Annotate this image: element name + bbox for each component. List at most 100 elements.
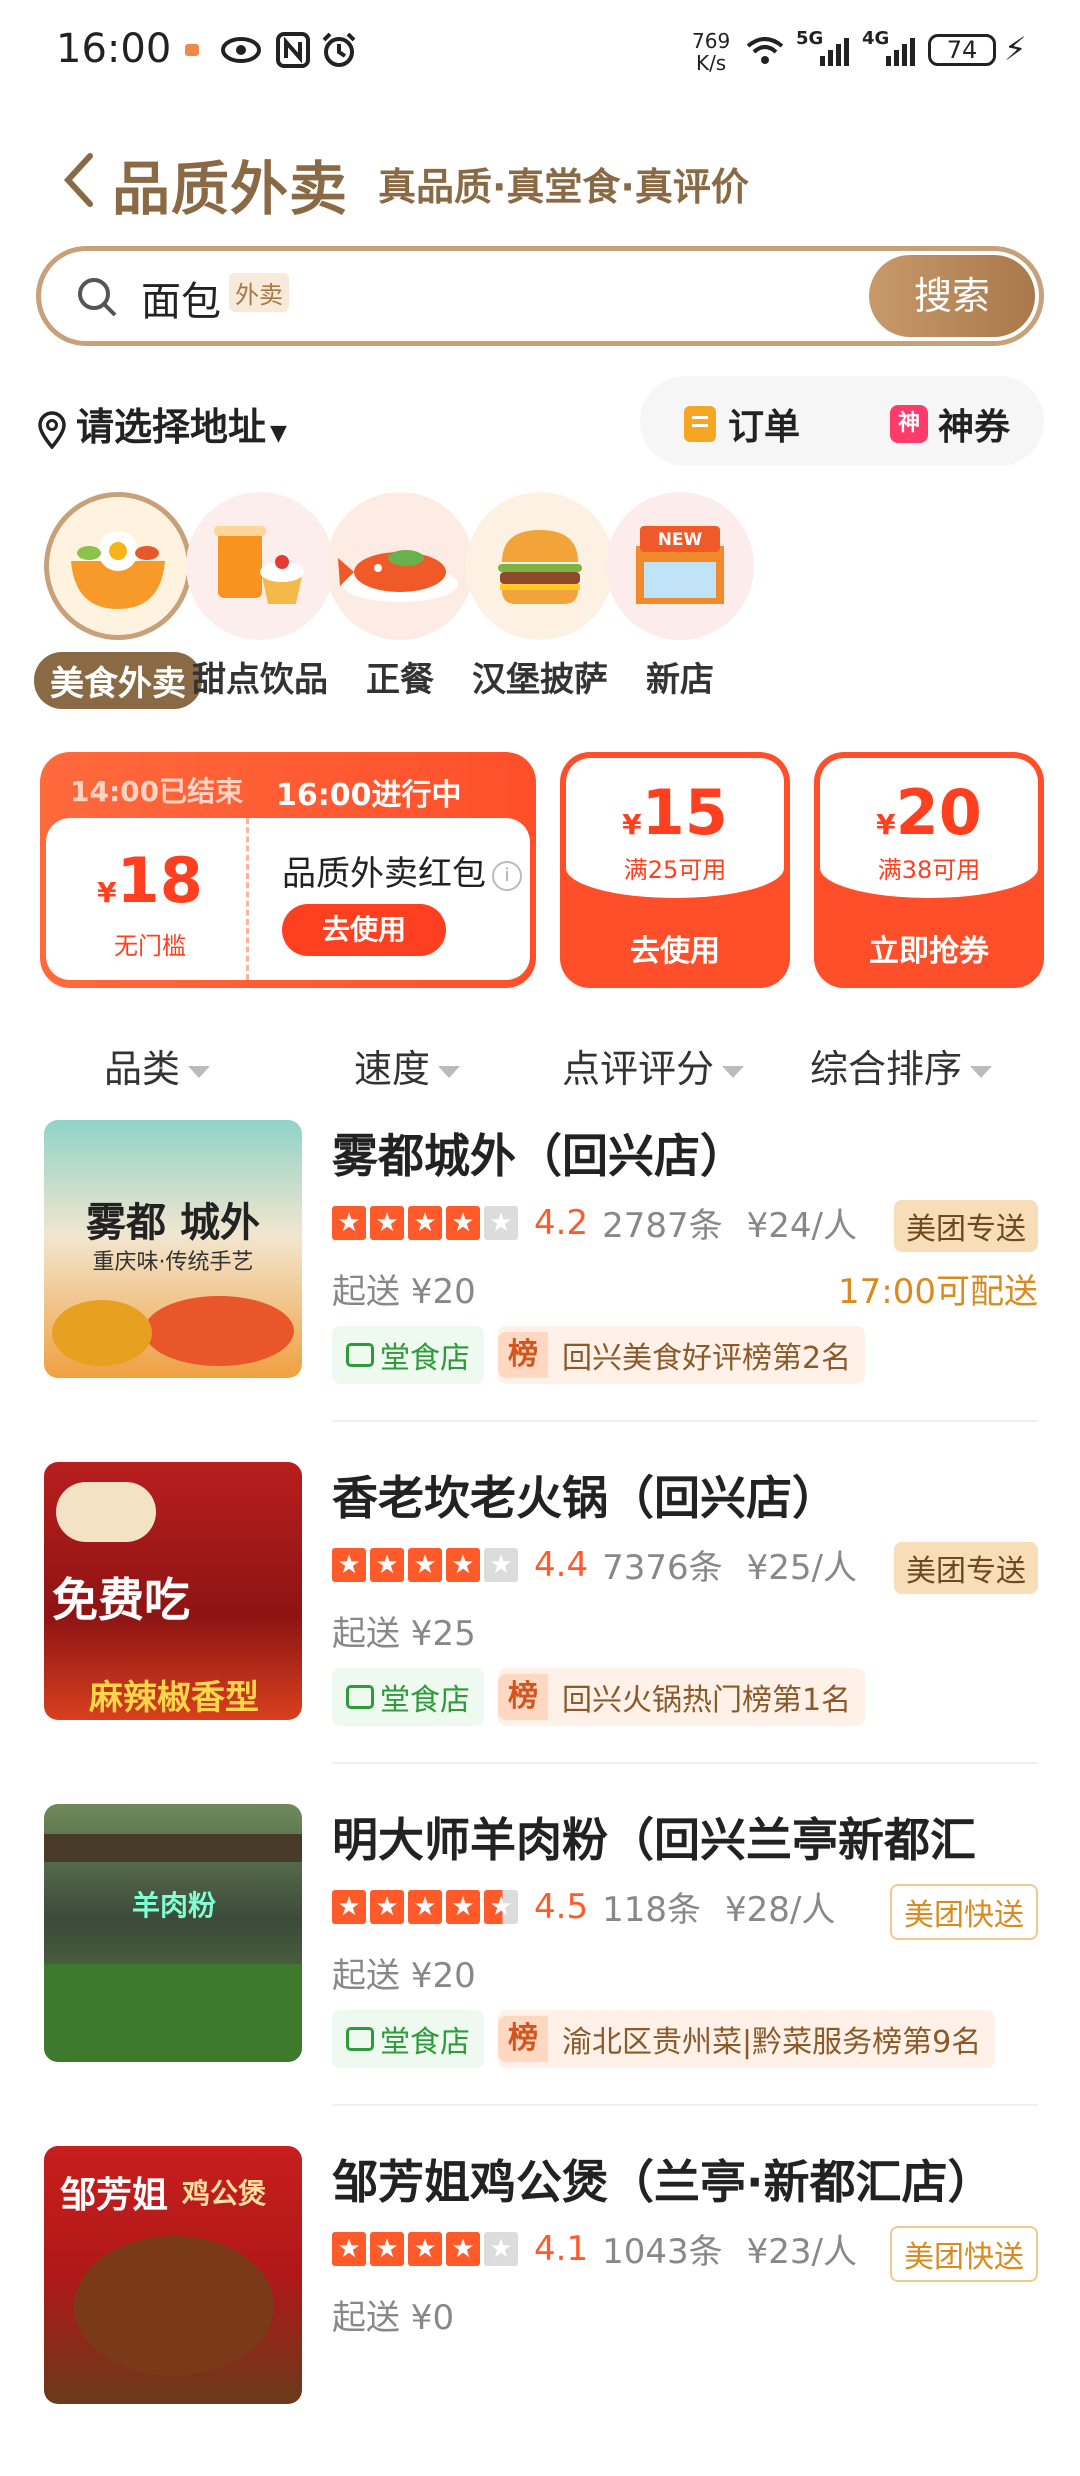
star-icon: ★ [408,1889,442,1924]
back-arrow-icon[interactable] [58,150,98,210]
star-icon: ★ [446,1547,480,1582]
delivery-eta: 17:00可配送 [838,1272,1038,1312]
star-rating: ★ ★ ★ ★ ★ [332,1889,522,1924]
coupon-top: ¥20 满38可用 [820,758,1038,898]
list-item[interactable]: 邹芳姐 鸡公煲 邹芳姐鸡公煲（兰亭·新都汇店） ★ ★ ★ ★ ★ 4.1 1043条 … [0,2146,1080,2476]
orders-button[interactable]: 订单 [684,398,800,450]
shop-thumbnail: 雾都 城外 重庆味·传统手艺 [44,1120,302,1378]
shop-tags: 堂食店 榜回兴火锅热门榜第1名 [332,1668,866,1726]
rank-badge-icon: 榜 [498,2016,548,2062]
coupon-condition: 满25可用 [623,856,727,884]
search-input[interactable]: 面包 [141,269,221,327]
nfc-icon [276,32,310,68]
delivery-badge: 美团快送 [890,1884,1038,1940]
new-store-icon: NEW [606,492,754,640]
delivery-badge: 美团专送 [894,1200,1038,1252]
star-icon: ★ [446,1205,480,1240]
store-icon [346,1343,374,1367]
shop-tags: 堂食店 榜回兴美食好评榜第2名 [332,1326,866,1384]
list-item[interactable]: 免费吃 麻辣椒香型 香老坎老火锅（回兴店） ★ ★ ★ ★ ★ 4.4 7376条 ¥2… [0,1462,1080,1792]
location-pin-icon [38,410,66,449]
dropdown-triangle-icon [188,1065,211,1078]
search-bar[interactable]: 面包 外卖 搜索 [36,246,1044,346]
page-title: 品质外卖 [112,155,349,223]
rank-tag[interactable]: 榜回兴美食好评榜第2名 [498,1326,866,1384]
star-icon: ★ [484,1547,518,1582]
grab-coupon-button[interactable]: 立即抢券 [814,926,1044,970]
session-ongoing-label: 16:00进行中 [276,778,462,813]
category-label: 新店 [646,660,714,700]
use-coupon-button[interactable]: 去使用 [282,904,446,956]
filter-sort[interactable]: 综合排序 [810,1038,993,1093]
star-icon: ★ [408,1547,442,1582]
star-rating: ★ ★ ★ ★ ★ [332,2231,522,2266]
coupon-amount: ¥15 [622,776,728,849]
filter-rating[interactable]: 点评评分 [562,1038,745,1093]
shop-thumbnail: 邹芳姐 鸡公煲 [44,2146,302,2404]
list-item[interactable]: 羊肉粉 明大师羊肉粉（回兴兰亭新都汇 ★ ★ ★ ★ ★ 4.5 118条 ¥28/人 … [0,1804,1080,2134]
review-count: 2787条 [602,1206,723,1246]
session-ended-label: 14:00已结束 [70,775,244,808]
rank-tag[interactable]: 榜回兴火锅热门榜第1名 [498,1668,866,1726]
network-speed: 769 K/s [692,29,731,75]
coupon-badge-icon: 神 [890,405,928,443]
review-count: 7376条 [602,1548,723,1588]
dine-in-tag: 堂食店 [332,2010,484,2068]
use-coupon-button[interactable]: 去使用 [560,926,790,970]
star-icon: ★ [484,1889,518,1924]
shop-tags: 堂食店 榜渝北区贵州菜|黔菜服务榜第9名 [332,2010,996,2068]
address-selector[interactable]: 请选择地址 ▼ [36,396,287,451]
page-header: 品质外卖 真品质·真堂食·真评价 [0,130,1080,230]
coupon-divider [246,818,249,980]
search-button[interactable]: 搜索 [869,255,1035,337]
star-icon: ★ [446,2231,480,2266]
coupon-condition: 无门槛 [114,932,186,960]
coupon-card[interactable]: ¥20 满38可用 立即抢券 [814,752,1044,988]
rating-score: 4.5 [534,1886,589,1927]
star-icon: ★ [332,1889,366,1924]
min-order: 起送 ¥25 [332,1614,476,1654]
delivery-badge: 美团快送 [890,2226,1038,2282]
info-icon[interactable]: i [492,860,522,891]
star-rating: ★ ★ ★ ★ ★ [332,1205,522,1240]
category-new-stores[interactable]: NEW 新店 [590,492,770,701]
price-per-person: ¥23/人 [746,2232,857,2272]
min-order: 起送 ¥20 [332,1272,476,1312]
star-icon: ★ [370,1205,404,1240]
notification-dot-icon [185,44,199,56]
star-icon: ★ [484,2231,518,2266]
rating-score: 4.1 [534,2228,589,2269]
rank-badge-icon: 榜 [498,1674,548,1720]
star-icon: ★ [332,1205,366,1240]
shop-name: 香老坎老火锅（回兴店） [332,1471,838,1525]
shop-rating: ★ ★ ★ ★ ★ 4.2 2787条 ¥24/人 [332,1198,857,1247]
divider [332,1762,1038,1764]
star-icon: ★ [370,1889,404,1924]
coupons-button[interactable]: 神神券 [890,398,1010,450]
caret-down-icon: ▼ [270,421,287,446]
rank-tag[interactable]: 榜渝北区贵州菜|黔菜服务榜第9名 [498,2010,996,2068]
filter-bar: 品类 速度 点评评分 综合排序 [0,1028,1080,1098]
filter-category[interactable]: 品类 [104,1038,211,1093]
rank-badge-icon: 榜 [498,1332,548,1378]
star-rating: ★ ★ ★ ★ ★ [332,1547,522,1582]
store-icon [346,2027,374,2051]
shortcut-pill: 订单 神神券 [640,376,1044,466]
signal-icon [886,38,915,66]
quality-red-packet-coupon: 14:00已结束 16:00进行中 ¥18 无门槛 品质外卖红包 i 去使用 [40,752,536,988]
search-icon [78,278,117,317]
signal-icon [820,38,849,66]
price-per-person: ¥24/人 [746,1206,857,1246]
alarm-icon [322,32,356,67]
order-list-icon [684,406,716,442]
list-item[interactable]: 雾都 城外 重庆味·传统手艺 雾都城外（回兴店） ★ ★ ★ ★ ★ 4.2 2787条… [0,1120,1080,1450]
price-per-person: ¥25/人 [746,1548,857,1588]
coupon-body: ¥18 无门槛 品质外卖红包 i 去使用 [46,818,530,980]
min-order: 起送 ¥0 [332,2298,455,2338]
shop-rating: ★ ★ ★ ★ ★ 4.4 7376条 ¥25/人 [332,1540,857,1589]
status-time: 16:00 [56,26,172,72]
filter-speed[interactable]: 速度 [354,1038,461,1093]
coupon-card[interactable]: ¥15 满25可用 去使用 [560,752,790,988]
coupon-name: 品质外卖红包 i [282,846,522,895]
eye-icon [221,37,261,63]
